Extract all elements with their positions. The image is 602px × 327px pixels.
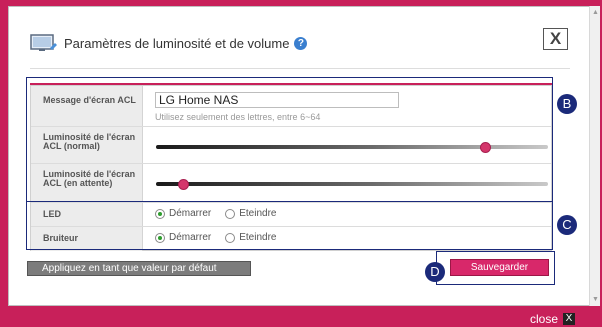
- close-link-label[interactable]: close: [530, 312, 558, 326]
- help-icon[interactable]: ?: [294, 36, 308, 50]
- callout-badge-c: C: [557, 215, 577, 235]
- callout-badge-d: D: [425, 262, 445, 282]
- scrollbar[interactable]: ▲ ▼: [589, 6, 600, 306]
- callout-badge-b: B: [557, 94, 577, 114]
- dialog-header: Paramètres de luminosité et de volume ?: [30, 32, 308, 54]
- scroll-down-arrow[interactable]: ▼: [591, 295, 600, 304]
- close-icon[interactable]: X: [543, 28, 568, 50]
- monitor-icon: [30, 33, 58, 53]
- dialog-title: Paramètres de luminosité et de volume: [64, 35, 290, 51]
- close-x-icon[interactable]: X: [563, 313, 576, 325]
- callout-box-b: [26, 77, 553, 202]
- callout-box-c: [26, 201, 553, 250]
- apply-default-button[interactable]: Appliquez en tant que valeur par défaut: [27, 261, 251, 276]
- scroll-up-arrow[interactable]: ▲: [591, 8, 600, 17]
- close-link[interactable]: close X: [530, 312, 576, 326]
- save-button[interactable]: Sauvegarder: [450, 259, 549, 276]
- header-divider: [30, 68, 570, 69]
